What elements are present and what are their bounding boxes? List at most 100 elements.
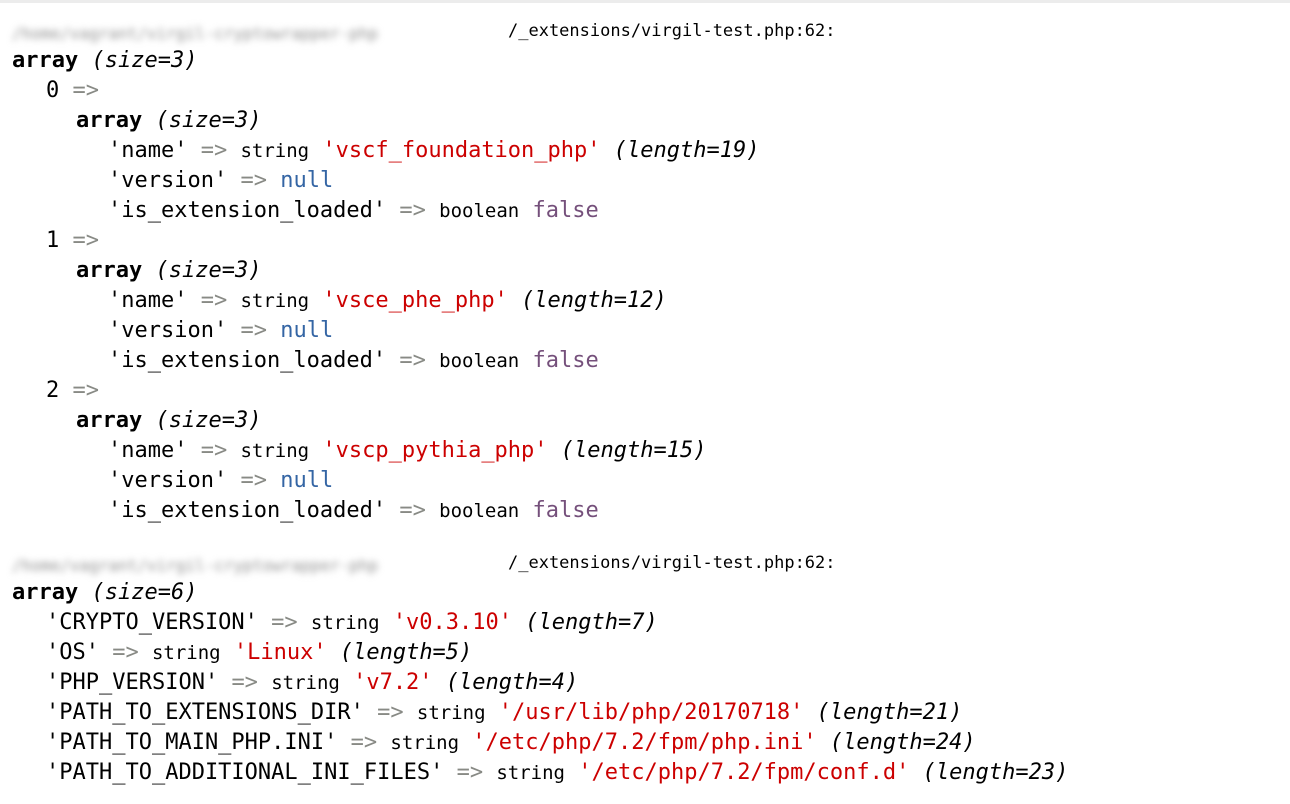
entry-key: 'version'	[108, 168, 228, 193]
env-entry: 'OS' => string 'Linux' (length=5)	[12, 638, 1068, 668]
version-entry: 'version' => null	[12, 166, 836, 196]
item-index: 1	[46, 228, 60, 253]
item-index: 2	[46, 378, 60, 403]
entry-key: 'version'	[108, 318, 228, 343]
arrow: =>	[271, 610, 298, 635]
dump-file-header: /home/vagrant/virgil-cryptowrapper-php /_…	[12, 16, 836, 46]
string-value: '/usr/lib/php/20170718'	[498, 700, 804, 725]
entry-key: 'CRYPTO_VERSION'	[46, 610, 258, 635]
loaded-entry: 'is_extension_loaded' => boolean false	[12, 196, 836, 226]
arrow: =>	[240, 168, 267, 193]
name-entry: 'name' => string 'vsce_phe_php' (length=…	[12, 286, 836, 316]
length-label: (length=5)	[339, 640, 473, 665]
type-label: string	[390, 732, 460, 754]
loaded-entry: 'is_extension_loaded' => boolean false	[12, 346, 836, 376]
entry-key: 'PATH_TO_MAIN_PHP.INI'	[46, 730, 338, 755]
version-entry: 'version' => null	[12, 316, 836, 346]
type-label: boolean	[439, 350, 520, 372]
env-entry: 'PHP_VERSION' => string 'v7.2' (length=4…	[12, 668, 1068, 698]
null-value: null	[280, 318, 334, 343]
type-label: string	[240, 140, 310, 162]
array-keyword: array	[12, 580, 79, 605]
array-size: (size=6)	[91, 580, 198, 605]
var-dump-extensions: /home/vagrant/virgil-cryptowrapper-php /_…	[12, 16, 836, 526]
entry-key: 'name'	[108, 438, 188, 463]
string-value: 'v7.2'	[353, 670, 433, 695]
entry-key: 'is_extension_loaded'	[108, 498, 387, 523]
boolean-value: false	[532, 498, 599, 523]
arrow: =>	[399, 198, 426, 223]
file-suffix: /_extensions/virgil-test.php:62:	[508, 21, 836, 41]
entry-key: 'version'	[108, 468, 228, 493]
nested-array-header: array (size=3)	[12, 106, 836, 136]
arrow: =>	[72, 78, 100, 103]
string-value: '/etc/php/7.2/fpm/php.ini'	[472, 730, 817, 755]
name-entry: 'name' => string 'vscf_foundation_php' (…	[12, 136, 836, 166]
arrow: =>	[72, 378, 100, 403]
blurred-file-path: /home/vagrant/virgil-cryptowrapper-php	[12, 24, 379, 43]
array-keyword: array	[12, 48, 79, 73]
env-entry: 'PATH_TO_ADDITIONAL_INI_FILES' => string…	[12, 758, 1068, 788]
array-header: array (size=6)	[12, 578, 1068, 608]
blurred-file-path: /home/vagrant/virgil-cryptowrapper-php	[12, 556, 379, 575]
string-value: 'vscp_pythia_php'	[322, 438, 548, 463]
dump-file-header: /home/vagrant/virgil-cryptowrapper-php /_…	[12, 548, 1068, 578]
nested-array-header: array (size=3)	[12, 256, 836, 286]
arrow: =>	[72, 228, 100, 253]
arrow: =>	[240, 318, 267, 343]
arrow: =>	[377, 700, 404, 725]
arrow: =>	[200, 288, 228, 313]
item-index-row: 2 =>	[12, 376, 836, 406]
length-label: (length=7)	[525, 610, 658, 635]
string-value: 'vscf_foundation_php'	[322, 138, 601, 163]
entry-key: 'PATH_TO_EXTENSIONS_DIR'	[46, 700, 364, 725]
arrow: =>	[399, 498, 426, 523]
item-index-row: 0 =>	[12, 76, 836, 106]
var-dump-environment: /home/vagrant/virgil-cryptowrapper-php /_…	[12, 548, 1068, 788]
type-label: string	[271, 672, 340, 694]
name-entry: 'name' => string 'vscp_pythia_php' (leng…	[12, 436, 836, 466]
version-entry: 'version' => null	[12, 466, 836, 496]
array-header: array (size=3)	[12, 46, 836, 76]
length-label: (length=19)	[613, 138, 760, 163]
file-suffix: /_extensions/virgil-test.php:62:	[508, 553, 836, 573]
arrow: =>	[240, 468, 267, 493]
null-value: null	[280, 468, 334, 493]
arrow: =>	[350, 730, 378, 755]
arrow: =>	[112, 640, 139, 665]
type-label: boolean	[439, 200, 520, 222]
loaded-entry: 'is_extension_loaded' => boolean false	[12, 496, 836, 526]
boolean-value: false	[532, 198, 599, 223]
array-keyword: array	[76, 108, 143, 133]
env-entry: 'PATH_TO_EXTENSIONS_DIR' => string '/usr…	[12, 698, 1068, 728]
entry-key: 'name'	[108, 288, 188, 313]
entry-key: 'OS'	[46, 640, 99, 665]
array-size: (size=3)	[91, 48, 198, 73]
array-size: (size=3)	[155, 258, 262, 283]
item-index: 0	[46, 78, 60, 103]
entry-key: 'name'	[108, 138, 188, 163]
type-label: string	[240, 290, 310, 312]
array-keyword: array	[76, 408, 143, 433]
arrow: =>	[200, 138, 228, 163]
window-top-border	[0, 0, 1290, 3]
entry-key: 'is_extension_loaded'	[108, 198, 387, 223]
nested-array-header: array (size=3)	[12, 406, 836, 436]
length-label: (length=23)	[922, 760, 1069, 785]
arrow: =>	[200, 438, 228, 463]
env-entry: 'PATH_TO_MAIN_PHP.INI' => string '/etc/p…	[12, 728, 1068, 758]
type-label: string	[310, 612, 380, 634]
type-label: string	[151, 642, 221, 664]
entry-key: 'PHP_VERSION'	[46, 670, 219, 695]
entry-key: 'is_extension_loaded'	[108, 348, 387, 373]
string-value: '/etc/php/7.2/fpm/conf.d'	[578, 760, 910, 785]
length-label: (length=21)	[816, 700, 963, 725]
array-size: (size=3)	[155, 108, 262, 133]
env-entry: 'CRYPTO_VERSION' => string 'v0.3.10' (le…	[12, 608, 1068, 638]
arrow: =>	[399, 348, 426, 373]
array-size: (size=3)	[155, 408, 262, 433]
string-value: 'vsce_phe_php'	[322, 288, 508, 313]
string-value: 'v0.3.10'	[392, 610, 513, 635]
boolean-value: false	[532, 348, 599, 373]
type-label: string	[240, 440, 310, 462]
